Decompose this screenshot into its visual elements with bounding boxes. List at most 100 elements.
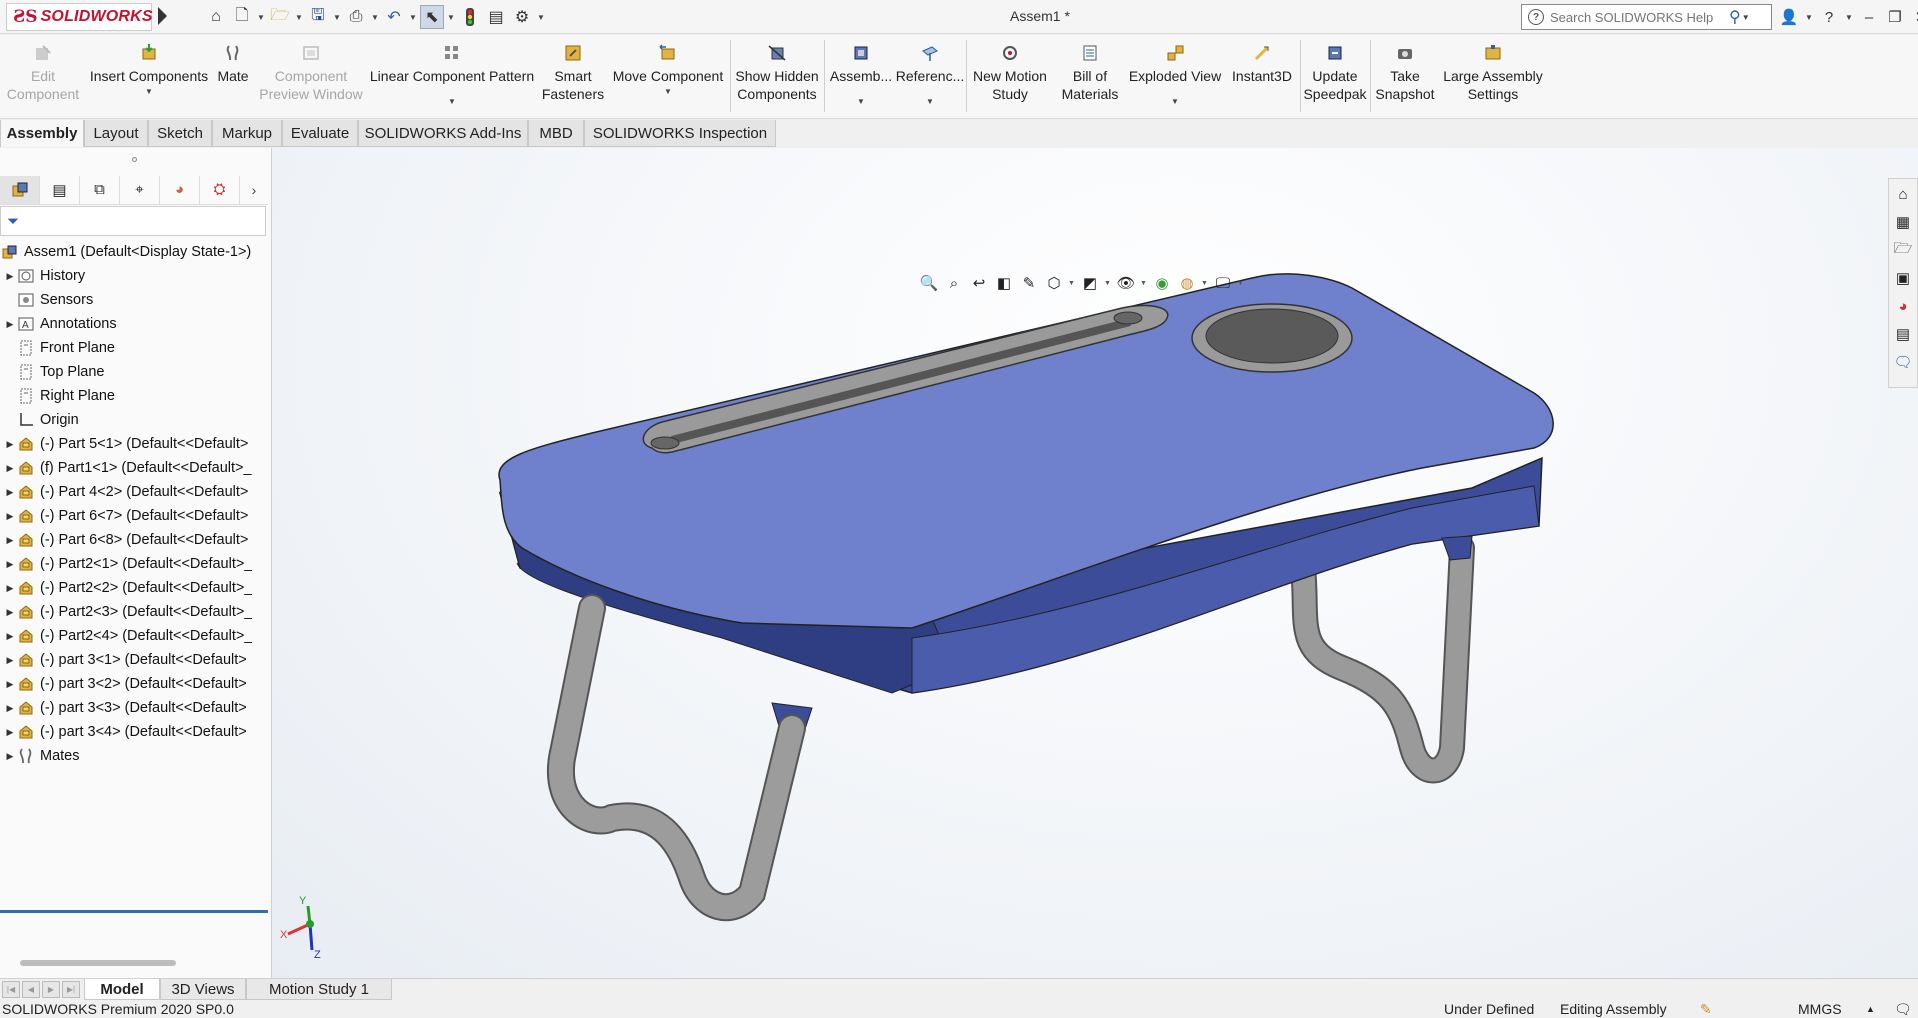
user-dropdown-icon[interactable]: ▼	[1804, 5, 1814, 29]
dynamic-annotation-icon[interactable]: ✎	[1018, 272, 1040, 294]
tree-item[interactable]: Right Plane	[0, 384, 270, 408]
instant3d-button[interactable]: Instant3D	[1226, 37, 1298, 115]
save-dropdown-icon[interactable]: ▼	[332, 5, 342, 29]
property-manager-tab-icon[interactable]: ▤	[40, 175, 80, 204]
display-manager-tab-icon[interactable]: ◕	[160, 175, 200, 204]
tree-root-assembly[interactable]: Assem1 (Default<Display State-1>)	[0, 240, 270, 264]
expand-arrow-icon[interactable]: ▶	[4, 511, 16, 522]
smart-fasteners-button[interactable]: Smart Fasteners	[538, 37, 608, 115]
tree-item[interactable]: ▶ (-) part 3<3> (Default<<Default>	[0, 696, 270, 720]
open-folder-icon[interactable]: 🗁	[268, 5, 292, 29]
file-properties-icon[interactable]: ▤	[484, 5, 508, 29]
help-search-box[interactable]: ? ⚲ ▼	[1521, 4, 1772, 30]
tab-solidworks-inspection[interactable]: SOLIDWORKS Inspection	[584, 120, 776, 147]
solidworks-logo[interactable]: ƧS SOLIDWORKS	[6, 3, 153, 31]
tree-item[interactable]: ▶ (-) Part2<2> (Default<<Default>_	[0, 576, 270, 600]
expand-arrow-icon[interactable]: ▶	[4, 631, 16, 642]
linear-component-pattern-button[interactable]: Linear Component Pattern ▼	[366, 37, 538, 115]
tree-item[interactable]: ▶ A Annotations	[0, 312, 270, 336]
expand-arrow-icon[interactable]: ▶	[4, 727, 16, 738]
tab-evaluate[interactable]: Evaluate	[282, 120, 358, 147]
tree-item[interactable]: ▶ (-) Part 5<1> (Default<<Default>	[0, 432, 270, 456]
new-dropdown-icon[interactable]: ▼	[256, 5, 266, 29]
insert-components-button[interactable]: Insert Components ▼	[86, 37, 212, 115]
tab-markup[interactable]: Markup	[212, 120, 282, 147]
next-tab-icon[interactable]: ▶	[42, 981, 60, 998]
view-settings-icon[interactable]: 🖵	[1212, 272, 1234, 294]
exploded-view-button[interactable]: Exploded View ▼	[1126, 37, 1224, 115]
insert-components-dropdown-icon[interactable]: ▼	[145, 87, 153, 97]
apply-scene-icon[interactable]: ◍	[1176, 272, 1198, 294]
tree-filter[interactable]: ⏷	[0, 206, 266, 236]
appearances-icon[interactable]: ◕	[1892, 295, 1914, 317]
expand-arrow-icon[interactable]: ▶	[4, 607, 16, 618]
restore-icon[interactable]: ❐	[1884, 5, 1906, 29]
update-speedpak-button[interactable]: Update Speedpak	[1302, 37, 1368, 115]
take-snapshot-button[interactable]: Take Snapshot	[1372, 37, 1438, 115]
tree-item[interactable]: Origin	[0, 408, 270, 432]
view-orientation-icon[interactable]: ⬡	[1043, 272, 1065, 294]
design-library-icon[interactable]: ▦	[1892, 211, 1914, 233]
tree-item[interactable]: ▶ (-) part 3<4> (Default<<Default>	[0, 720, 270, 744]
panel-grip-handle[interactable]	[132, 157, 137, 162]
tree-item[interactable]: ▶ (f) Part1<1> (Default<<Default>_	[0, 456, 270, 480]
large-assembly-settings-button[interactable]: Large Assembly Settings	[1440, 37, 1546, 115]
tree-item[interactable]: ▶ (-) part 3<2> (Default<<Default>	[0, 672, 270, 696]
custom-properties-icon[interactable]: ▤	[1892, 323, 1914, 345]
help-dropdown-icon[interactable]: ▼	[1844, 5, 1854, 29]
solidworks-forum-icon[interactable]: 🗨	[1892, 351, 1914, 373]
select-dropdown-icon[interactable]: ▼	[446, 5, 456, 29]
options-dropdown-icon[interactable]: ▼	[536, 5, 546, 29]
tree-item[interactable]: Front Plane	[0, 336, 270, 360]
unit-system[interactable]: MMGS	[1798, 1001, 1842, 1017]
prev-tab-icon[interactable]: ◀	[22, 981, 40, 998]
assembly-features-button[interactable]: Assemb... ▼	[826, 37, 896, 115]
edit-appearance-icon[interactable]: ◉	[1151, 272, 1173, 294]
search-dropdown-icon[interactable]: ▼	[1741, 5, 1751, 29]
hide-show-items-icon[interactable]: 👁	[1115, 272, 1137, 294]
new-document-icon[interactable]: 🗋	[230, 5, 254, 29]
tooltip-balloon-icon[interactable]: 🗨	[1894, 1001, 1912, 1018]
rollback-bar[interactable]	[0, 910, 268, 913]
expand-arrow-icon[interactable]: ▶	[4, 271, 16, 282]
expand-arrow-icon[interactable]: ▶	[4, 319, 16, 330]
tree-item[interactable]: ▶ (-) Part2<3> (Default<<Default>_	[0, 600, 270, 624]
view-settings-dropdown-icon[interactable]: ▼	[1237, 280, 1245, 287]
mate-button[interactable]: Mate	[212, 37, 254, 115]
tree-item[interactable]: ▶ (-) Part2<4> (Default<<Default>_	[0, 624, 270, 648]
move-component-button[interactable]: Move Component ▼	[608, 37, 728, 115]
undo-icon[interactable]: ↶	[382, 5, 406, 29]
menu-expand-arrow-icon[interactable]	[158, 7, 167, 25]
zoom-to-fit-icon[interactable]: 🔍	[918, 272, 940, 294]
tree-item[interactable]: ▶ History	[0, 264, 270, 288]
help-icon[interactable]: ?	[1818, 5, 1840, 29]
tree-item[interactable]: ▶ (-) Part2<1> (Default<<Default>_	[0, 552, 270, 576]
expand-arrow-icon[interactable]: ▶	[4, 487, 16, 498]
expand-arrow-icon[interactable]: ▶	[4, 439, 16, 450]
filter-funnel-icon[interactable]: ⏷	[7, 213, 19, 230]
reference-geometry-button[interactable]: Referenc... ▼	[896, 37, 964, 115]
save-icon[interactable]: 🖫	[306, 5, 330, 29]
feature-manager-tree-tab-icon[interactable]	[0, 175, 40, 204]
search-input[interactable]	[1550, 9, 1725, 25]
display-style-icon[interactable]: ◩	[1079, 272, 1101, 294]
cam-tab-icon[interactable]: ⛭	[200, 175, 240, 204]
apply-scene-dropdown-icon[interactable]: ▼	[1201, 280, 1209, 287]
tab-motion-study-1[interactable]: Motion Study 1	[246, 979, 392, 1000]
tab-model[interactable]: Model	[84, 979, 160, 1000]
tree-item[interactable]: ▶ (-) Part 4<2> (Default<<Default>	[0, 480, 270, 504]
expand-arrow-icon[interactable]: ▶	[4, 751, 16, 762]
tab-3d-views[interactable]: 3D Views	[160, 979, 246, 1000]
expand-arrow-icon[interactable]: ▶	[4, 583, 16, 594]
tree-item[interactable]: ▶ (-) Part 6<8> (Default<<Default>	[0, 528, 270, 552]
open-dropdown-icon[interactable]: ▼	[294, 5, 304, 29]
tree-item[interactable]: Top Plane	[0, 360, 270, 384]
exploded-view-dropdown-icon[interactable]: ▼	[1171, 97, 1179, 107]
expand-arrow-icon[interactable]: ▶	[4, 559, 16, 570]
display-style-dropdown-icon[interactable]: ▼	[1104, 280, 1112, 287]
print-dropdown-icon[interactable]: ▼	[370, 5, 380, 29]
tree-item[interactable]: Sensors	[0, 288, 270, 312]
tab-solidworks-add-ins[interactable]: SOLIDWORKS Add-Ins	[358, 120, 528, 147]
new-motion-study-button[interactable]: New Motion Study	[968, 37, 1052, 115]
select-cursor-icon[interactable]: ⬉	[420, 5, 444, 29]
